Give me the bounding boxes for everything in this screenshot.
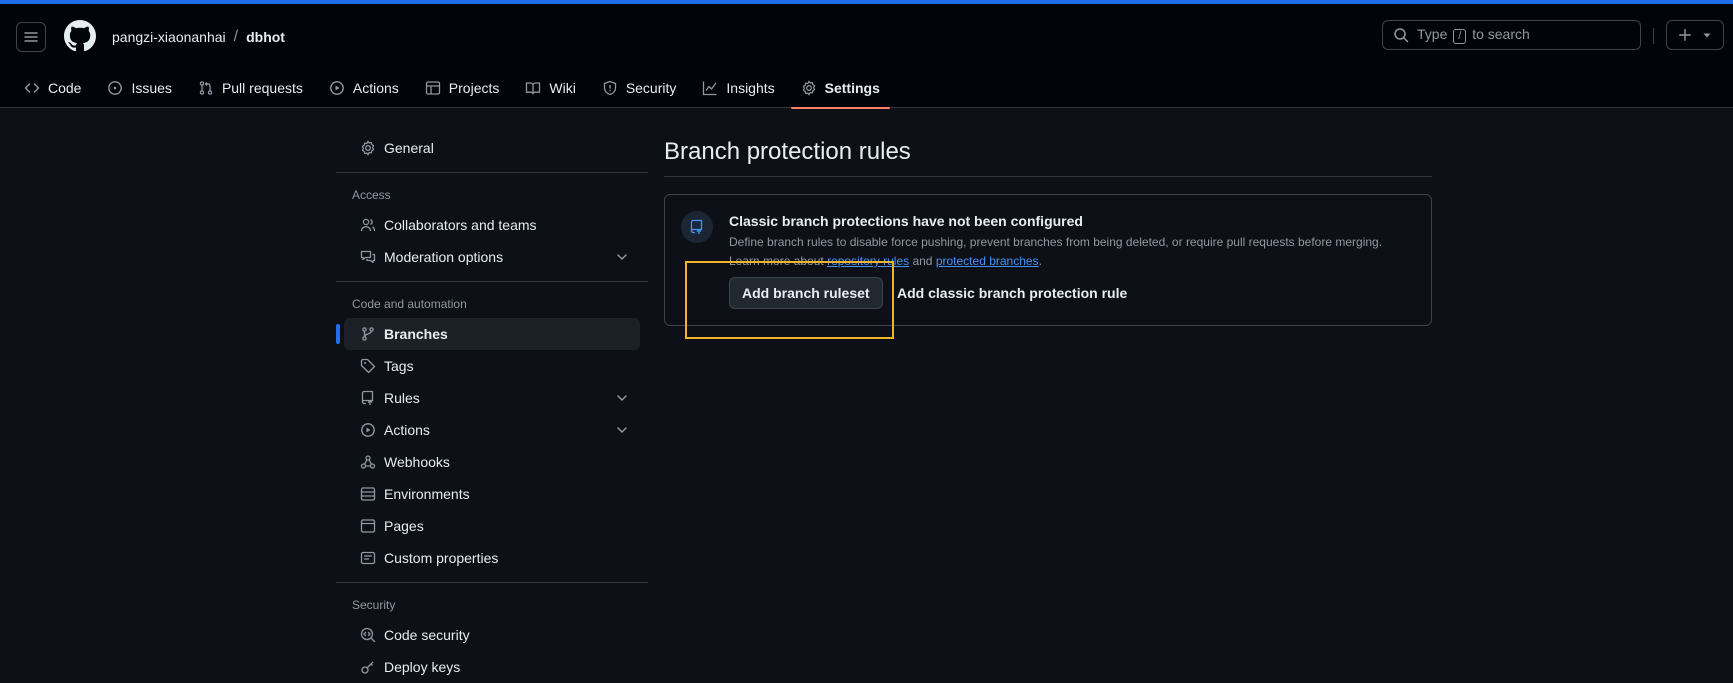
tab-wiki[interactable]: Wiki	[515, 68, 585, 108]
main-content: Branch protection rules Classic branch p…	[664, 132, 1432, 326]
sidebar-item-custom-properties[interactable]: Custom properties	[344, 542, 640, 574]
tab-actions[interactable]: Actions	[319, 68, 409, 108]
search-icon	[1394, 28, 1409, 43]
triangle-down-icon	[1703, 33, 1711, 38]
sidebar-item-collaborators[interactable]: Collaborators and teams	[344, 209, 640, 241]
page-title: Branch protection rules	[664, 138, 911, 165]
sidebar-heading-security: Security	[352, 598, 396, 612]
owner-link[interactable]: pangzi-xiaonanhai	[112, 29, 226, 45]
plus-icon	[1679, 29, 1691, 41]
tab-pull-requests[interactable]: Pull requests	[188, 68, 313, 108]
github-logo-icon[interactable]	[64, 20, 96, 52]
codescan-icon	[360, 627, 376, 643]
gear-icon	[361, 140, 375, 156]
global-header: pangzi-xiaonanhai / dbhot Type / to sear…	[0, 4, 1733, 109]
menu-button[interactable]	[16, 22, 46, 52]
tab-security[interactable]: Security	[592, 68, 687, 108]
create-new-button[interactable]	[1666, 20, 1724, 50]
browser-icon	[360, 519, 376, 533]
search-shortcut-key: /	[1453, 29, 1467, 44]
tab-insights[interactable]: Insights	[692, 68, 784, 108]
table-icon	[425, 81, 440, 95]
sidebar-item-rules[interactable]: Rules	[344, 382, 640, 414]
comment-discussion-icon	[360, 250, 376, 264]
tab-projects[interactable]: Projects	[415, 68, 510, 108]
search-placeholder: Type / to search	[1417, 26, 1530, 44]
graph-icon	[703, 81, 717, 96]
breadcrumb: pangzi-xiaonanhai / dbhot	[112, 28, 285, 46]
tab-settings[interactable]: Settings	[790, 68, 891, 109]
issue-icon	[108, 81, 123, 95]
settings-sidebar: General Access Collaborators and teams M…	[336, 132, 648, 683]
sidebar-item-tags[interactable]: Tags	[344, 350, 640, 382]
book-icon	[526, 82, 541, 95]
header-divider	[1653, 28, 1654, 44]
sidebar-item-general[interactable]: General	[344, 132, 640, 164]
search-input[interactable]: Type / to search	[1382, 20, 1641, 50]
sidebar-divider	[336, 281, 648, 282]
tag-icon	[360, 358, 376, 374]
play-icon	[329, 81, 344, 95]
sidebar-item-moderation[interactable]: Moderation options	[344, 241, 640, 273]
note-icon	[360, 551, 376, 565]
sidebar-heading-access: Access	[352, 188, 391, 202]
sidebar-heading-code-automation: Code and automation	[352, 297, 467, 311]
shield-icon	[603, 80, 616, 96]
tab-issues[interactable]: Issues	[97, 68, 181, 108]
sidebar-divider	[336, 582, 648, 583]
chevron-down-icon[interactable]	[614, 390, 630, 406]
pull-request-icon	[199, 81, 213, 95]
title-divider	[664, 176, 1432, 177]
add-classic-protection-rule-button[interactable]: Add classic branch protection rule	[897, 277, 1127, 309]
chevron-down-icon[interactable]	[614, 422, 630, 438]
webhook-icon	[360, 455, 376, 469]
repo-push-icon	[681, 211, 713, 243]
sidebar-item-deploy-keys[interactable]: Deploy keys	[344, 651, 640, 683]
code-icon	[24, 83, 40, 93]
sidebar-item-environments[interactable]: Environments	[344, 478, 640, 510]
people-icon	[360, 218, 376, 232]
chevron-down-icon[interactable]	[614, 249, 630, 265]
tab-code[interactable]: Code	[14, 68, 91, 108]
sidebar-item-pages[interactable]: Pages	[344, 510, 640, 542]
hamburger-icon	[24, 32, 38, 42]
highlight-box	[685, 261, 894, 339]
sidebar-item-branches[interactable]: Branches	[336, 318, 640, 350]
breadcrumb-separator: /	[233, 28, 239, 45]
gear-icon	[802, 80, 815, 96]
sidebar-divider	[336, 172, 648, 173]
sidebar-item-code-security[interactable]: Code security	[344, 619, 640, 651]
repo-tabs: Code Issues Pull requests Actions Projec…	[14, 68, 896, 109]
repo-push-icon	[361, 390, 374, 405]
sidebar-item-webhooks[interactable]: Webhooks	[344, 446, 640, 478]
blankslate-title: Classic branch protections have not been…	[729, 213, 1083, 229]
server-icon	[360, 487, 376, 501]
protected-branches-link[interactable]: protected branches	[936, 254, 1039, 268]
play-icon	[361, 423, 375, 437]
repo-link[interactable]: dbhot	[246, 29, 285, 45]
sidebar-item-actions[interactable]: Actions	[344, 414, 640, 446]
git-branch-icon	[362, 327, 374, 341]
